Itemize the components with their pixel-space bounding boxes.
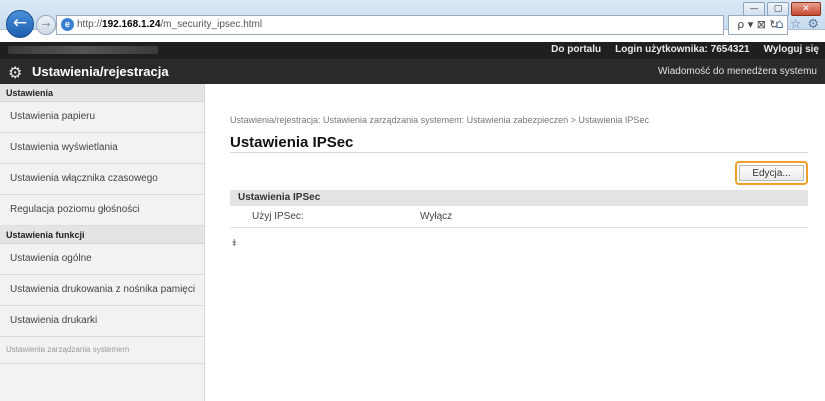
logout-link[interactable]: Wyloguj się: [764, 44, 819, 55]
sidebar-item-display-settings[interactable]: Ustawienia wyświetlania: [0, 133, 204, 164]
tools-gear-icon[interactable]: ⚙: [807, 17, 819, 32]
login-label: Login użytkownika:: [615, 44, 708, 55]
window-controls: — ▢ ✕: [743, 2, 821, 16]
home-icon[interactable]: ⌂: [775, 17, 783, 32]
sidebar-item-paper-settings[interactable]: Ustawienia papieru: [0, 102, 204, 133]
login-value: 7654321: [710, 44, 750, 55]
close-button[interactable]: ✕: [791, 2, 821, 16]
address-bar[interactable]: e http://192.168.1.24/m_security_ipsec.h…: [56, 15, 724, 35]
title-divider: [230, 152, 808, 153]
maximize-button[interactable]: ▢: [767, 2, 789, 16]
address-host: 192.168.1.24: [102, 19, 161, 30]
app-header: ⚙ Ustawienia/rejestracja Wiadomość do me…: [0, 59, 825, 84]
use-ipsec-value: Wyłącz: [420, 211, 453, 222]
sidebar-item-media-print-settings[interactable]: Ustawienia drukowania z nośnika pamięci: [0, 275, 204, 306]
sidebar-item-volume-control[interactable]: Regulacja poziomu głośności: [0, 195, 204, 226]
sidebar-section-settings: Ustawienia: [0, 84, 204, 102]
edit-button-highlight[interactable]: Edycja...: [735, 161, 808, 185]
forward-button[interactable]: →: [36, 15, 56, 35]
sidebar-item-general-settings[interactable]: Ustawienia ogólne: [0, 244, 204, 275]
page-title: Ustawienia IPSec: [230, 134, 354, 151]
breadcrumb: Ustawienia/rejestracja: Ustawienia zarzą…: [230, 115, 649, 125]
back-button[interactable]: ←: [6, 10, 34, 38]
portal-link[interactable]: Do portalu: [551, 44, 601, 55]
sidebar-item-timer-settings[interactable]: Ustawienia włącznika czasowego: [0, 164, 204, 195]
back-to-top-icon[interactable]: ⯒: [232, 236, 236, 253]
browser-toolbar-icons: ⌂ ☆ ⚙: [775, 17, 819, 32]
address-prefix: http://: [77, 19, 103, 30]
top-header-bar: Do portalu Login użytkownika: 7654321 Wy…: [0, 42, 825, 59]
device-name-blurred: [8, 46, 158, 54]
ipsec-section-header: Ustawienia IPSec: [230, 190, 808, 206]
sidebar-section-system-management[interactable]: Ustawienia zarządzania systemem: [0, 337, 204, 364]
sidebar-item-printer-settings[interactable]: Ustawienia drukarki: [0, 306, 204, 337]
message-to-admin-link[interactable]: Wiadomość do menedżera systemu: [658, 66, 817, 77]
use-ipsec-label: Użyj IPSec:: [252, 211, 304, 222]
address-path: /m_security_ipsec.html: [160, 19, 263, 30]
ipsec-setting-row: Użyj IPSec: Wyłącz: [230, 208, 808, 228]
app-title: Ustawienia/rejestracja: [32, 64, 169, 79]
main-content: Ustawienia/rejestracja: Ustawienia zarzą…: [205, 84, 825, 401]
sidebar: Ustawienia Ustawienia papieru Ustawienia…: [0, 84, 205, 401]
login-info: Login użytkownika: 7654321: [615, 44, 750, 55]
ie-page-icon: e: [61, 18, 74, 31]
edit-button[interactable]: Edycja...: [739, 165, 804, 181]
favorites-icon[interactable]: ☆: [790, 17, 802, 32]
settings-gear-icon: ⚙: [8, 63, 23, 82]
sidebar-section-function-settings: Ustawienia funkcji: [0, 226, 204, 244]
minimize-button[interactable]: —: [743, 2, 765, 16]
